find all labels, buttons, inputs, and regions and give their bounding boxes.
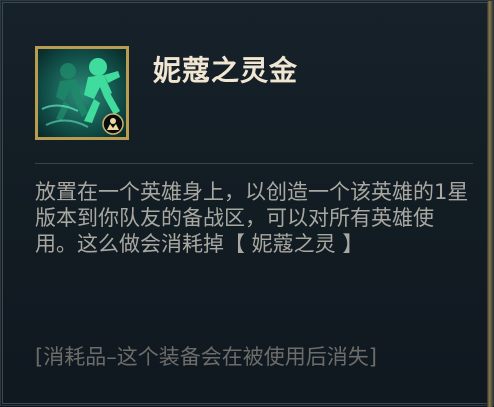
divider xyxy=(35,163,473,164)
item-name: 妮蔻之灵金 xyxy=(153,54,299,87)
item-icon xyxy=(35,46,129,140)
tactician-badge-icon xyxy=(102,113,124,135)
consumable-note: [消耗品–这个装备会在被使用后消失] xyxy=(35,345,377,369)
tooltip-header: 妮蔻之灵金 xyxy=(1,1,489,163)
item-tooltip: 妮蔻之灵金 放置在一个英雄身上，以创造一个该英雄的1星版本到你队友的备战区，可以… xyxy=(0,0,494,407)
item-description: 放置在一个英雄身上，以创造一个该英雄的1星版本到你队友的备战区，可以对所有英雄使… xyxy=(35,179,475,257)
item-description-text: 放置在一个英雄身上，以创造一个该英雄的1星版本到你队友的备战区，可以对所有英雄使… xyxy=(35,180,469,256)
